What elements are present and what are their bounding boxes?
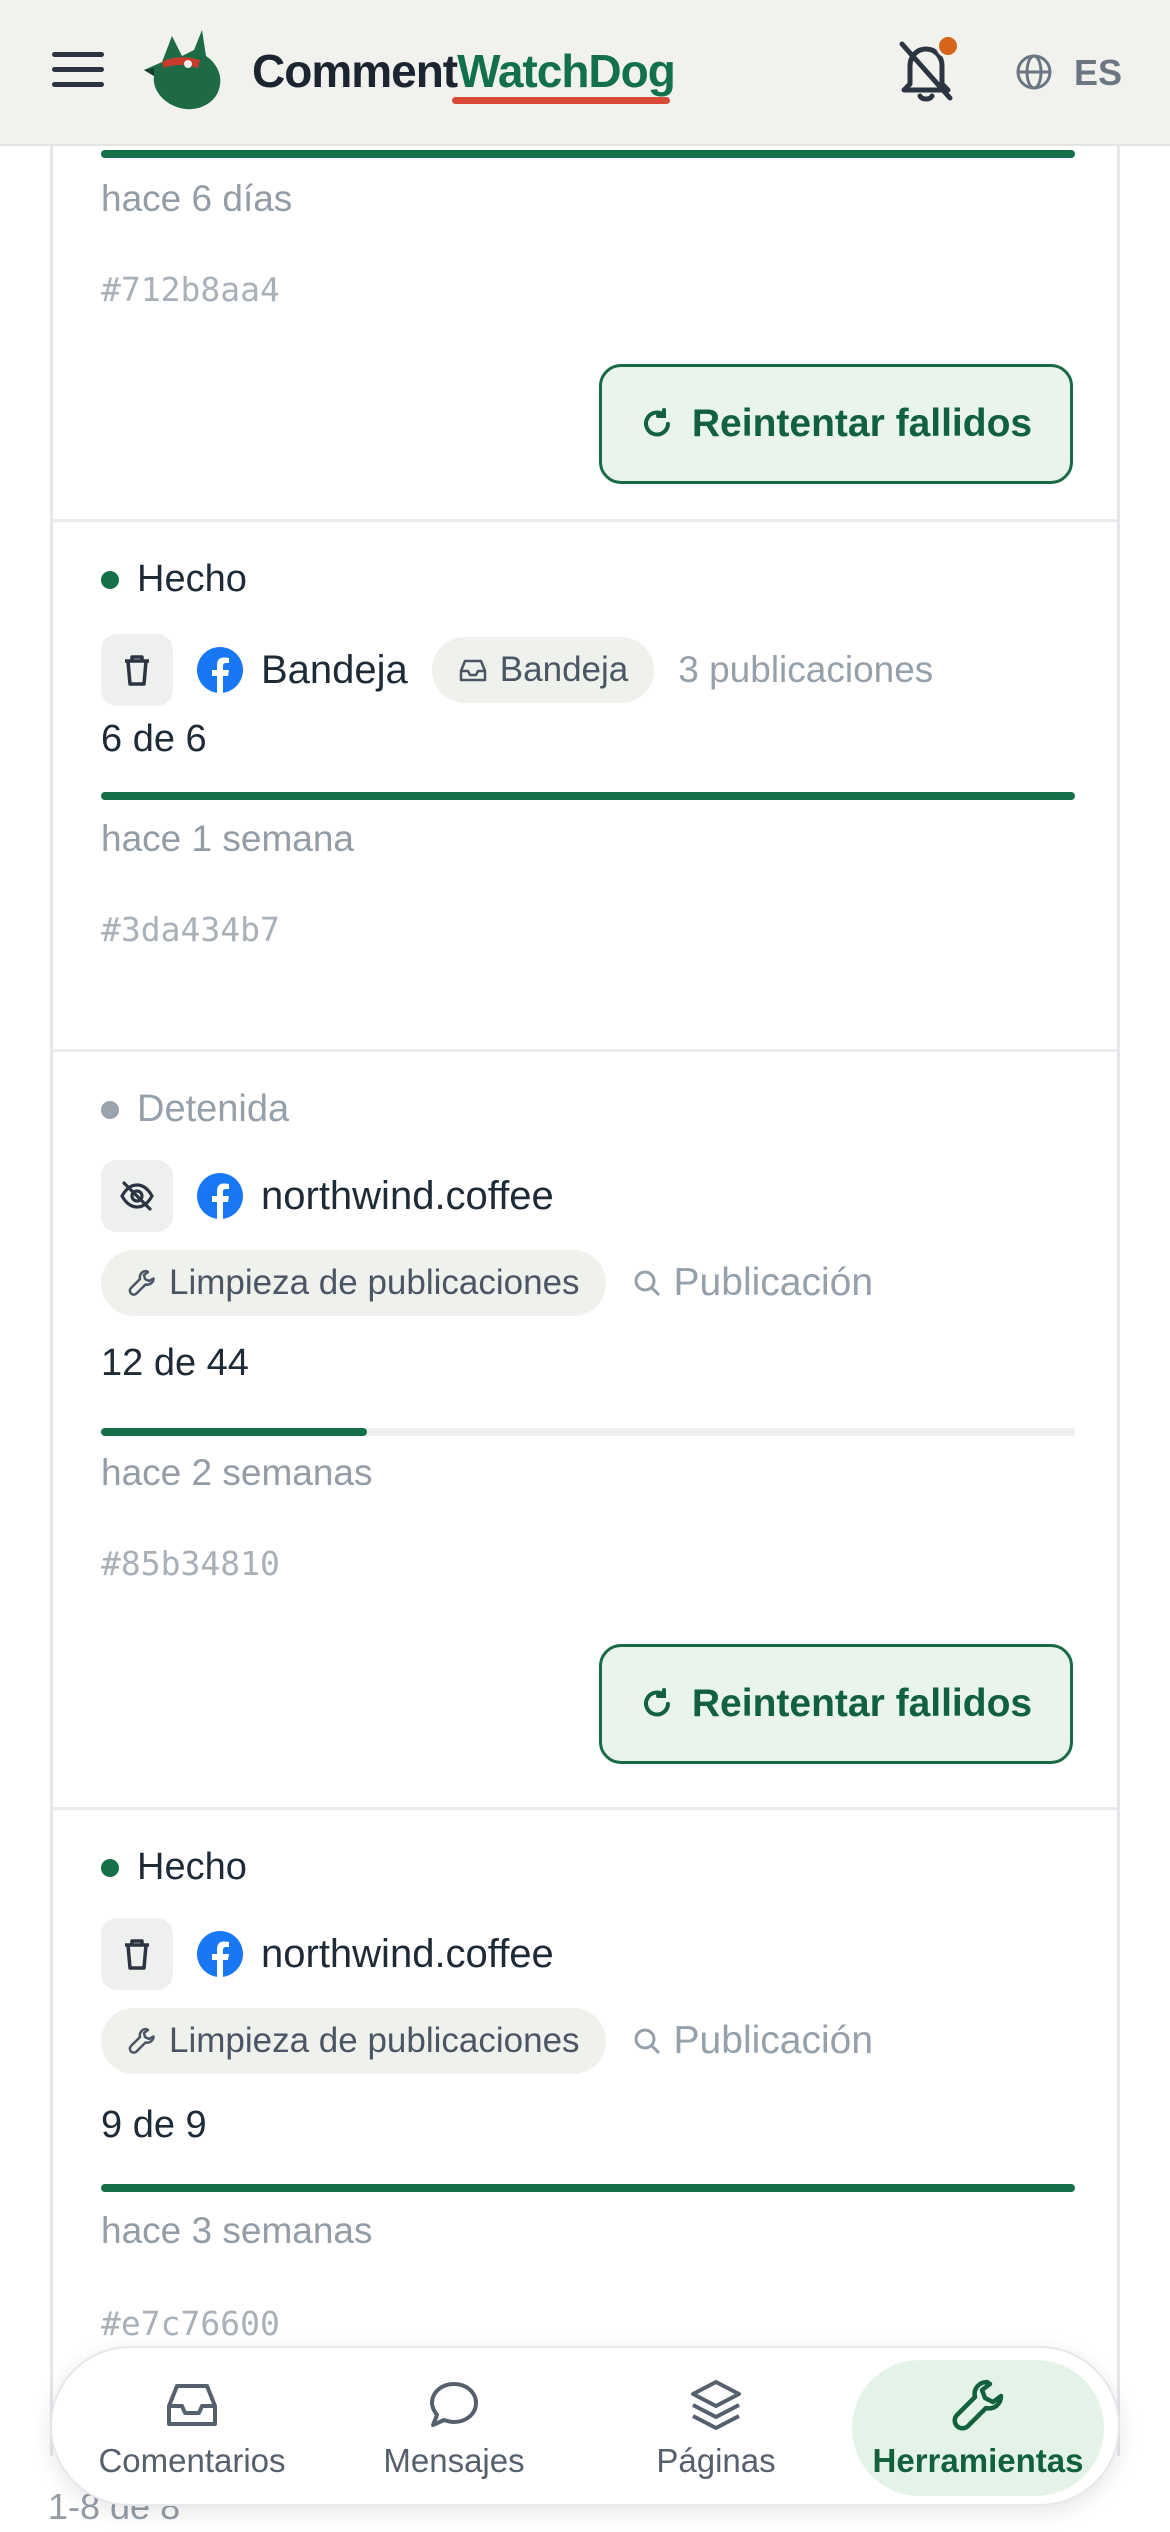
layers-icon bbox=[691, 2380, 741, 2430]
progress-bar bbox=[101, 792, 1075, 800]
post-count: 3 publicaciones bbox=[678, 649, 934, 690]
delete-button[interactable] bbox=[101, 634, 173, 706]
retry-failed-button[interactable]: Reintentar fallidos bbox=[599, 364, 1073, 484]
job-card: Detenida northwind.coffee Limpieza de pu… bbox=[53, 1052, 1117, 1810]
job-id: #e7c76600 bbox=[101, 2304, 280, 2343]
notification-dot bbox=[936, 34, 960, 58]
wrench-icon bbox=[128, 2027, 155, 2054]
chat-bubble-icon bbox=[430, 2382, 478, 2427]
page-name[interactable]: northwind.coffee bbox=[261, 1174, 554, 1219]
progress-count: 6 de 6 bbox=[101, 718, 207, 760]
progress-bar bbox=[101, 150, 1075, 158]
job-time: hace 1 semana bbox=[101, 818, 355, 859]
job-tags-row: Limpieza de publicaciones Publicación bbox=[101, 2008, 873, 2074]
nav-comments[interactable]: Comentarios bbox=[66, 2360, 318, 2496]
facebook-icon bbox=[197, 647, 243, 693]
trash-icon bbox=[125, 655, 149, 686]
job-target-row: Bandeja Bandeja 3 publicaciones bbox=[101, 634, 933, 706]
language-selector[interactable]: ES bbox=[1074, 52, 1122, 94]
brand-underline bbox=[452, 97, 670, 104]
search-icon bbox=[634, 2028, 660, 2055]
status-badge: Hecho bbox=[101, 1846, 247, 1889]
page-name[interactable]: northwind.coffee bbox=[261, 1932, 554, 1977]
page-name[interactable]: Bandeja bbox=[261, 648, 408, 693]
scope-label: Publicación bbox=[632, 2019, 873, 2063]
job-id: #712b8aa4 bbox=[101, 270, 280, 309]
nav-messages[interactable]: Mensajes bbox=[328, 2360, 580, 2496]
status-dot bbox=[101, 570, 119, 589]
inbox-icon bbox=[167, 2384, 217, 2426]
progress-count: 9 de 9 bbox=[101, 2104, 207, 2146]
refresh-icon bbox=[643, 1688, 670, 1717]
app-header: CommentWatchDog ES bbox=[0, 0, 1170, 146]
progress-bar bbox=[101, 1428, 1075, 1436]
job-id: #85b34810 bbox=[101, 1544, 280, 1583]
inbox-icon bbox=[459, 659, 487, 682]
job-target-row: northwind.coffee bbox=[101, 1160, 554, 1232]
job-id: #3da434b7 bbox=[101, 910, 280, 949]
search-icon bbox=[634, 1270, 660, 1297]
status-dot bbox=[101, 1100, 119, 1119]
job-time: hace 6 días bbox=[101, 178, 293, 219]
globe-icon[interactable] bbox=[1014, 52, 1054, 92]
menu-icon[interactable] bbox=[52, 52, 104, 92]
refresh-icon bbox=[643, 408, 670, 437]
watchdog-logo-icon bbox=[144, 30, 221, 110]
nav-pages[interactable]: Páginas bbox=[590, 2360, 842, 2496]
brand-name[interactable]: CommentWatchDog bbox=[252, 44, 676, 98]
job-card: Hecho Bandeja Bandeja 3 publicaciones 6 … bbox=[53, 522, 1117, 1052]
trash-icon bbox=[125, 1939, 149, 1970]
delete-button[interactable] bbox=[101, 1918, 173, 1990]
progress-bar bbox=[101, 2184, 1075, 2192]
job-tags-row: Limpieza de publicaciones Publicación bbox=[101, 1250, 873, 1316]
facebook-icon bbox=[197, 1931, 243, 1977]
source-tag: Bandeja bbox=[431, 637, 655, 703]
wrench-icon bbox=[952, 2379, 1004, 2431]
retry-failed-button[interactable]: Reintentar fallidos bbox=[599, 1644, 1073, 1764]
wrench-icon bbox=[128, 1269, 155, 1296]
eye-off-icon bbox=[120, 1181, 154, 1211]
progress-count: 12 de 44 bbox=[101, 1342, 249, 1384]
tool-tag: Limpieza de publicaciones bbox=[101, 1250, 606, 1316]
job-time: hace 2 semanas bbox=[101, 1452, 373, 1493]
status-badge: Hecho bbox=[101, 558, 247, 601]
tool-tag: Limpieza de publicaciones bbox=[101, 2008, 606, 2074]
scope-label: Publicación bbox=[632, 1261, 873, 1305]
hide-button[interactable] bbox=[101, 1160, 173, 1232]
job-target-row: northwind.coffee bbox=[101, 1918, 554, 1990]
facebook-icon bbox=[197, 1173, 243, 1219]
status-dot bbox=[101, 1858, 119, 1877]
nav-tools[interactable]: Herramientas bbox=[852, 2360, 1104, 2496]
job-time: hace 3 semanas bbox=[101, 2210, 373, 2251]
status-badge: Detenida bbox=[101, 1088, 289, 1131]
job-card: hace 6 días #712b8aa4 Reintentar fallido… bbox=[53, 146, 1117, 522]
jobs-list: hace 6 días #712b8aa4 Reintentar fallido… bbox=[50, 146, 1120, 2456]
bottom-nav: Comentarios Mensajes Páginas Herramienta… bbox=[50, 2346, 1120, 2506]
